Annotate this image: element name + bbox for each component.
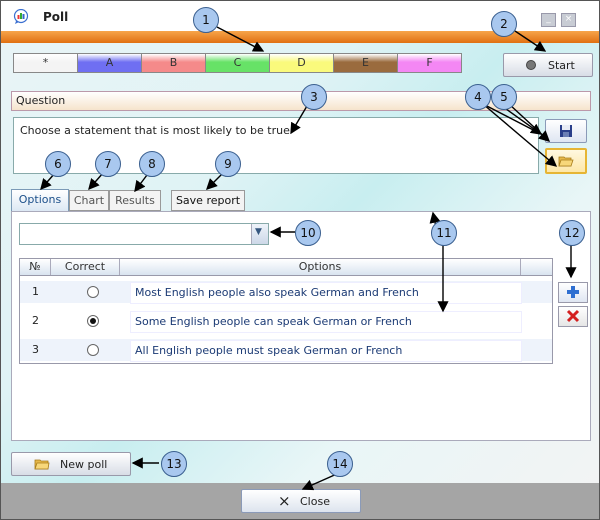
callout-13: 13: [161, 451, 187, 477]
callout-9: 9: [215, 151, 241, 177]
poll-window: Poll _ × * A B C D E F Start Question Choose a…: [0, 0, 600, 520]
callout-10: 10: [295, 220, 321, 246]
callout-8: 8: [139, 151, 165, 177]
callout-12: 12: [559, 220, 585, 246]
callout-5: 5: [491, 84, 517, 110]
callout-6: 6: [45, 151, 71, 177]
callout-2: 2: [491, 11, 517, 37]
callout-1: 1: [193, 7, 219, 33]
callout-7: 7: [95, 151, 121, 177]
callout-arrows: [40, 26, 577, 491]
callout-4: 4: [465, 84, 491, 110]
callout-14: 14: [327, 451, 353, 477]
callout-11: 11: [431, 220, 457, 246]
callout-3: 3: [301, 84, 327, 110]
